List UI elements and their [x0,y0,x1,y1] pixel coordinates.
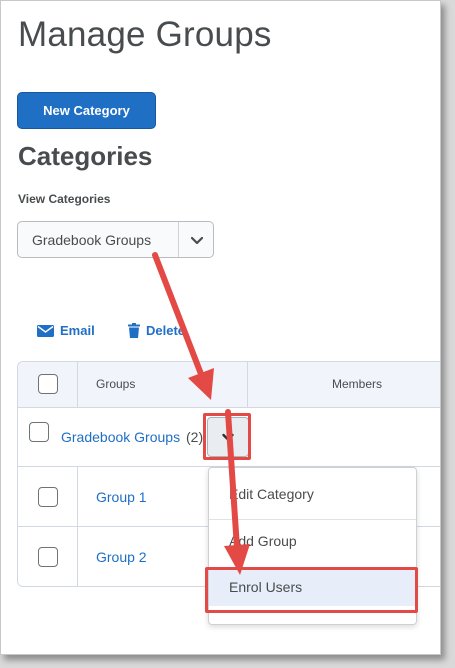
new-category-button[interactable]: New Category [17,92,156,129]
highlight-box-enrol-users [205,567,418,613]
category-checkbox[interactable] [29,422,49,442]
trash-icon [128,323,140,338]
row-checkbox[interactable] [38,487,58,507]
table-header: Groups Members [18,362,440,408]
chevron-down-icon [190,236,204,245]
categories-heading: Categories [18,141,153,171]
header-divider [247,362,248,408]
header-divider [77,362,78,408]
view-categories-label: View Categories [18,192,111,206]
delete-button[interactable]: Delete [128,323,185,338]
email-button[interactable]: Email [37,323,95,338]
groups-column-header: Groups [96,377,136,391]
members-column-header: Members [332,377,383,391]
page-title: Manage Groups [18,15,272,54]
row-divider [77,467,78,526]
select-divider [178,222,179,257]
menu-divider [209,519,416,520]
row-checkbox[interactable] [38,547,58,567]
view-categories-select[interactable]: Gradebook Groups [17,221,214,258]
selected-category-value: Gradebook Groups [32,232,152,248]
group-name-link[interactable]: Group 2 [96,549,147,565]
email-label: Email [60,323,95,338]
menu-item-add-group[interactable]: Add Group [209,533,416,549]
select-all-checkbox[interactable] [38,374,58,394]
group-name-link[interactable]: Group 1 [96,489,147,505]
menu-item-edit-category[interactable]: Edit Category [209,486,416,502]
row-divider [77,527,78,586]
delete-label: Delete [146,323,186,338]
category-member-count: (2) [186,429,204,445]
manage-groups-page: Manage Groups New Category Categories Vi… [0,0,441,655]
highlight-box-actions [203,413,251,460]
envelope-icon [37,324,54,337]
category-name-link[interactable]: Gradebook Groups [61,429,180,445]
